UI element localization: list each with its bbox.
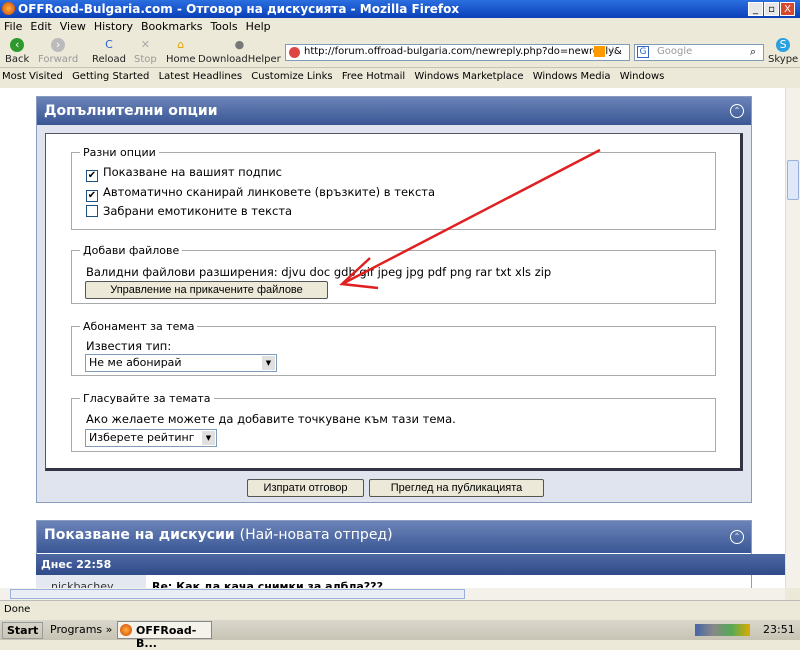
bookmark-customize-links[interactable]: Customize Links xyxy=(251,71,332,82)
home-label: Home xyxy=(166,54,196,65)
menu-edit[interactable]: Edit xyxy=(30,20,51,33)
firefox-icon xyxy=(120,624,132,636)
skype-icon: S xyxy=(776,38,791,52)
stop-button[interactable]: ✕ Stop xyxy=(134,38,157,65)
status-text: Done xyxy=(4,604,31,615)
horizontal-scroll-thumb[interactable] xyxy=(10,589,465,599)
minimize-button[interactable]: _ xyxy=(748,2,763,16)
forward-button[interactable]: › Forward xyxy=(38,38,78,65)
back-label: Back xyxy=(5,54,30,65)
bookmark-most-visited[interactable]: Most Visited xyxy=(2,71,63,82)
stop-icon: ✕ xyxy=(140,38,150,51)
downloadhelper-icon: ● xyxy=(234,38,245,51)
red-arrow-annotation xyxy=(339,148,601,290)
search-magnifier-icon[interactable]: ⌕ xyxy=(750,45,756,59)
downloadhelper-label: DownloadHelper xyxy=(198,54,281,65)
status-bar: Done xyxy=(0,600,800,620)
vertical-scroll-thumb[interactable] xyxy=(787,160,799,200)
rss-icon[interactable] xyxy=(594,46,605,57)
tray-icons[interactable] xyxy=(695,624,750,636)
firefox-icon xyxy=(2,2,15,15)
close-button[interactable]: X xyxy=(780,2,795,16)
back-icon: ‹ xyxy=(10,38,25,52)
page-content: Допълнителни опции ⌃ Разни опции ✔ Показв… xyxy=(0,88,785,588)
menu-bar: File Edit View History Bookmarks Tools Help xyxy=(0,18,800,35)
menu-history[interactable]: History xyxy=(94,20,133,33)
menu-help[interactable]: Help xyxy=(246,20,271,33)
home-button[interactable]: ⌂ Home xyxy=(166,38,196,65)
bookmark-getting-started[interactable]: Getting Started xyxy=(72,71,149,82)
home-icon: ⌂ xyxy=(177,38,185,51)
search-placeholder: Google xyxy=(657,46,693,57)
url-text: http://forum.offroad-bulgaria.com/newrep… xyxy=(304,46,622,57)
reload-icon: C xyxy=(105,38,113,51)
star-icon[interactable]: ☆ xyxy=(608,44,618,57)
taskbar: Start Programs » OFFRoad-B... 23:51 xyxy=(0,620,800,650)
back-button[interactable]: ‹ Back xyxy=(5,38,29,65)
reload-label: Reload xyxy=(92,54,127,65)
task-label: OFFRoad-B... xyxy=(136,624,197,650)
bookmarks-toolbar: Most Visited Getting Started Latest Head… xyxy=(0,68,800,88)
skype-button[interactable]: S Skype xyxy=(768,38,798,65)
maximize-button[interactable]: ▫ xyxy=(764,2,779,16)
start-label: Start xyxy=(7,624,39,637)
bookmark-windows-media[interactable]: Windows Media xyxy=(533,71,611,82)
skype-label: Skype xyxy=(768,54,799,65)
start-button[interactable]: Start xyxy=(2,622,44,639)
programs-label: Programs xyxy=(50,623,103,636)
site-icon xyxy=(289,47,300,58)
menu-file[interactable]: File xyxy=(4,20,22,33)
programs-toolbar[interactable]: Programs » xyxy=(50,623,112,636)
menu-bookmarks[interactable]: Bookmarks xyxy=(141,20,202,33)
reload-button[interactable]: C Reload xyxy=(92,38,126,65)
search-input[interactable]: Google xyxy=(634,44,764,61)
forward-label: Forward xyxy=(38,54,79,65)
window-title: OFFRoad-Bulgaria.com - Отговор на дискус… xyxy=(18,2,460,16)
menu-view[interactable]: View xyxy=(60,20,86,33)
url-input[interactable]: http://forum.offroad-bulgaria.com/newrep… xyxy=(285,44,630,61)
forward-icon: › xyxy=(51,38,66,52)
menu-tools[interactable]: Tools xyxy=(210,20,237,33)
clock: 23:51 xyxy=(763,623,795,636)
google-icon[interactable]: G xyxy=(637,46,649,58)
bookmark-free-hotmail[interactable]: Free Hotmail xyxy=(342,71,405,82)
downloadhelper-button[interactable]: ● DownloadHelper xyxy=(198,38,281,65)
bookmark-latest-headlines[interactable]: Latest Headlines xyxy=(159,71,243,82)
stop-label: Stop xyxy=(134,54,157,65)
bookmark-windows-marketplace[interactable]: Windows Marketplace xyxy=(414,71,523,82)
bookmark-windows[interactable]: Windows xyxy=(620,71,665,82)
title-bar: OFFRoad-Bulgaria.com - Отговор на дискус… xyxy=(0,0,800,18)
